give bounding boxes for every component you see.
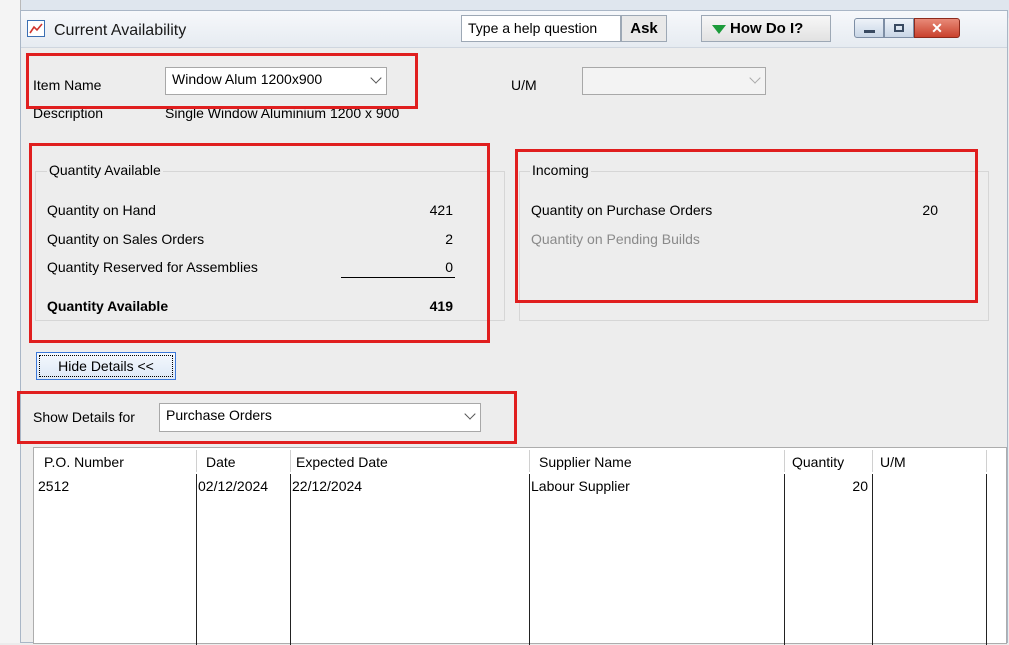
header-separator (986, 450, 987, 472)
close-icon: ✕ (931, 20, 943, 36)
highlight-show-details (17, 391, 517, 444)
how-do-i-button[interactable]: How Do I? (701, 15, 831, 42)
hide-details-button[interactable]: Hide Details << (36, 352, 176, 380)
hide-details-label: Hide Details << (39, 355, 173, 377)
column-header-expected-date[interactable]: Expected Date (296, 454, 388, 470)
table-row[interactable]: 2512 02/12/2024 22/12/2024 Labour Suppli… (34, 476, 1006, 496)
column-divider (290, 474, 291, 645)
cell-date: 02/12/2024 (198, 478, 269, 494)
minimize-button[interactable] (854, 18, 884, 38)
header-separator (872, 450, 873, 472)
column-divider (872, 474, 873, 645)
minimize-icon (864, 30, 875, 33)
highlight-incoming (515, 149, 978, 303)
cell-supplier-name: Labour Supplier (531, 478, 630, 494)
highlight-item-name (26, 53, 418, 109)
header-separator (196, 450, 197, 472)
header-separator (784, 450, 785, 472)
column-header-supplier-name[interactable]: Supplier Name (539, 454, 632, 470)
triangle-down-icon (712, 25, 726, 34)
current-availability-window: Current Availability Type a help questio… (17, 10, 1008, 645)
column-header-date[interactable]: Date (206, 454, 236, 470)
cell-quantity: 20 (852, 478, 868, 494)
column-header-po-number[interactable]: P.O. Number (44, 454, 124, 470)
maximize-button[interactable] (884, 18, 914, 38)
cell-po-number: 2512 (38, 478, 70, 494)
chevron-down-icon (749, 72, 761, 84)
ask-button[interactable]: Ask (621, 15, 667, 42)
how-do-i-label: How Do I? (730, 20, 804, 37)
um-combo[interactable] (582, 67, 766, 95)
table-header: P.O. Number Date Expected Date Supplier … (34, 448, 1006, 474)
maximize-icon (894, 24, 904, 32)
purchase-orders-table[interactable]: P.O. Number Date Expected Date Supplier … (33, 447, 1007, 645)
highlight-quantity-available (29, 143, 490, 343)
header-separator (529, 450, 530, 472)
header-separator (290, 450, 291, 472)
window-title: Current Availability (54, 22, 187, 39)
close-button[interactable]: ✕ (914, 18, 960, 38)
background-window-left (0, 0, 21, 643)
um-label: U/M (511, 77, 537, 93)
column-header-quantity[interactable]: Quantity (792, 454, 844, 470)
help-question-input[interactable]: Type a help question (461, 15, 621, 42)
column-divider (986, 474, 987, 645)
column-divider (529, 474, 530, 645)
column-header-um[interactable]: U/M (880, 454, 906, 470)
cell-expected-date: 22/12/2024 (292, 478, 363, 494)
title-bar[interactable]: Current Availability Type a help questio… (21, 11, 1007, 48)
column-divider (784, 474, 785, 645)
column-divider (196, 474, 197, 645)
app-chart-icon (27, 20, 45, 37)
